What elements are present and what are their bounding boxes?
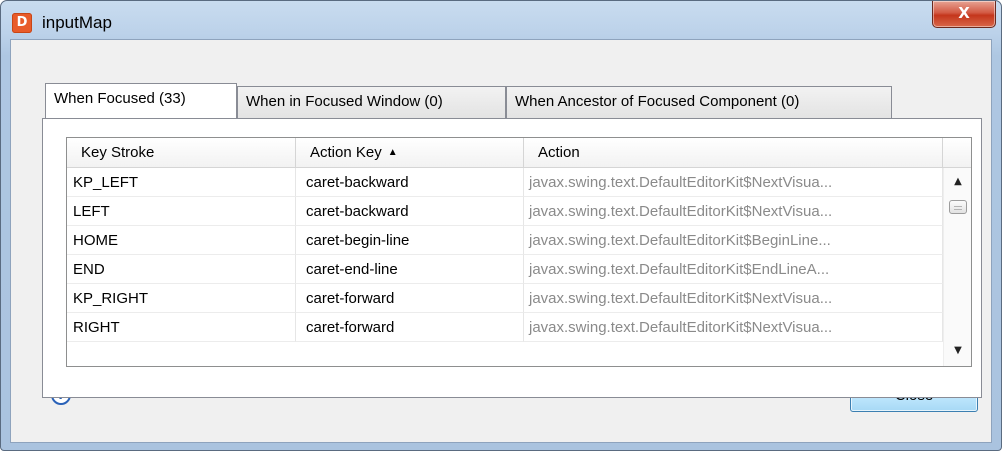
table-row[interactable]: HOME caret-begin-line javax.swing.text.D… [67,226,943,255]
tab-panel: Key Stroke Action Key ▲ Action KP_LEFT ca… [42,118,982,398]
column-header-action-key[interactable]: Action Key ▲ [296,138,524,168]
dialog-window: D inputMap X When Focused (33) When in F… [0,0,1002,451]
action-cell: javax.swing.text.DefaultEditorKit$EndLin… [524,255,943,284]
action-cell: javax.swing.text.DefaultEditorKit$NextVi… [524,313,943,342]
key-stroke-cell: KP_LEFT [67,168,296,197]
app-logo-icon: D [12,13,32,33]
action-cell: javax.swing.text.DefaultEditorKit$NextVi… [524,284,943,313]
action-key-cell: caret-forward [296,313,524,342]
dialog-content: When Focused (33) When in Focused Window… [10,39,992,443]
tab-when-in-focused-window[interactable]: When in Focused Window (0) [237,86,506,118]
table-row[interactable]: RIGHT caret-forward javax.swing.text.Def… [67,313,943,342]
column-header-label: Key Stroke [81,144,155,161]
action-cell: javax.swing.text.DefaultEditorKit$NextVi… [524,168,943,197]
column-header-action[interactable]: Action [524,138,943,168]
action-cell: javax.swing.text.DefaultEditorKit$BeginL… [524,226,943,255]
key-stroke-cell: KP_RIGHT [67,284,296,313]
table-row[interactable]: KP_RIGHT caret-forward javax.swing.text.… [67,284,943,313]
tab-when-focused[interactable]: When Focused (33) [45,83,237,118]
action-key-cell: caret-backward [296,197,524,226]
window-title: inputMap [42,13,112,32]
column-header-filler [943,138,971,168]
column-header-key-stroke[interactable]: Key Stroke [67,138,296,168]
sort-ascending-icon: ▲ [387,147,398,158]
scroll-thumb[interactable] [949,200,967,214]
key-stroke-cell: END [67,255,296,284]
title-bar[interactable]: D inputMap X [1,1,1001,39]
table-row[interactable]: LEFT caret-backward javax.swing.text.Def… [67,197,943,226]
input-map-table: Key Stroke Action Key ▲ Action KP_LEFT ca… [66,137,972,367]
action-key-cell: caret-backward [296,168,524,197]
vertical-scrollbar[interactable]: ▲ ▼ [943,168,971,366]
key-stroke-cell: LEFT [67,197,296,226]
action-key-cell: caret-forward [296,284,524,313]
action-key-cell: caret-begin-line [296,226,524,255]
column-header-label: Action [538,144,580,161]
window-close-icon[interactable]: X [932,1,996,28]
scroll-down-arrow-icon[interactable]: ▼ [944,340,971,362]
table-row[interactable]: KP_LEFT caret-backward javax.swing.text.… [67,168,943,197]
column-header-label: Action Key [310,144,382,161]
table-row[interactable]: END caret-end-line javax.swing.text.Defa… [67,255,943,284]
action-key-cell: caret-end-line [296,255,524,284]
tab-when-ancestor-of-focused-component[interactable]: When Ancestor of Focused Component (0) [506,86,892,118]
scroll-up-arrow-icon[interactable]: ▲ [944,171,971,193]
key-stroke-cell: HOME [67,226,296,255]
key-stroke-cell: RIGHT [67,313,296,342]
action-cell: javax.swing.text.DefaultEditorKit$NextVi… [524,197,943,226]
